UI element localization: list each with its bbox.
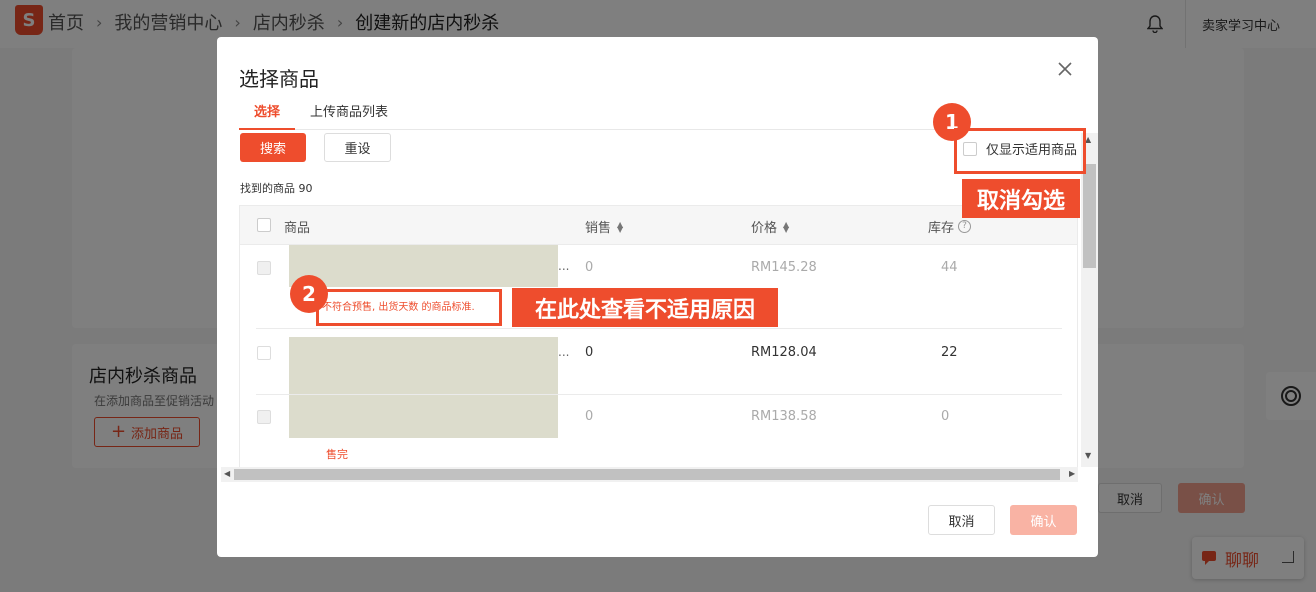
- close-icon[interactable]: [1055, 59, 1075, 79]
- price-value: RM128.04: [751, 345, 817, 360]
- column-product: 商品: [284, 221, 311, 236]
- vertical-scrollbar[interactable]: ▲ ▼: [1081, 133, 1098, 467]
- tab-upload-product-list[interactable]: 上传商品列表: [310, 101, 388, 120]
- product-name-ellipsis: ...: [558, 259, 570, 273]
- scroll-down-arrow-icon[interactable]: ▼: [1085, 451, 1091, 460]
- help-icon[interactable]: ?: [958, 220, 972, 233]
- dialog-confirm-button[interactable]: 确认: [1010, 505, 1077, 535]
- dialog-cancel-button[interactable]: 取消: [928, 505, 995, 535]
- tab-select[interactable]: 选择: [238, 101, 296, 130]
- dialog-title: 选择商品: [239, 67, 319, 91]
- row-checkbox[interactable]: [257, 346, 271, 360]
- scroll-right-arrow-icon[interactable]: ▶: [1069, 469, 1075, 478]
- horizontal-scroll-thumb[interactable]: [234, 469, 1060, 480]
- sold-out-label: 售完: [326, 448, 348, 461]
- step-1-callout: 取消勾选: [962, 179, 1080, 218]
- reset-button[interactable]: 重设: [324, 133, 391, 162]
- horizontal-scrollbar[interactable]: ◀ ▶: [221, 467, 1078, 482]
- sales-value: 0: [585, 409, 594, 424]
- product-table: 商品 销售 ▲ ▼ 价格 ▲ ▼ 库存 ? ... 0 RM145.28 44 不符…: [239, 205, 1078, 467]
- column-stock: 库存 ?: [928, 217, 972, 236]
- sales-value: 0: [585, 345, 594, 360]
- sort-icon[interactable]: ▲ ▼: [783, 220, 789, 233]
- table-row: 0 RM138.58 0 售完: [240, 395, 1077, 467]
- table-row: ... 0 RM128.04 22: [240, 329, 1077, 394]
- stock-value: 22: [941, 345, 958, 360]
- sort-icon[interactable]: ▲ ▼: [617, 220, 623, 233]
- stock-value: 0: [941, 409, 950, 424]
- step-1-highlight-box: [954, 128, 1086, 174]
- column-price[interactable]: 价格 ▲ ▼: [751, 217, 789, 236]
- scroll-left-arrow-icon[interactable]: ◀: [224, 469, 230, 478]
- product-image-blurred: [289, 245, 558, 287]
- step-2-callout: 在此处查看不适用原因: [512, 288, 778, 327]
- column-sales[interactable]: 销售 ▲ ▼: [585, 217, 623, 236]
- select-all-checkbox[interactable]: [257, 218, 271, 232]
- row-checkbox: [257, 261, 271, 275]
- product-name-ellipsis: ...: [558, 345, 570, 359]
- vertical-scroll-thumb[interactable]: [1083, 164, 1096, 268]
- price-value: RM138.58: [751, 409, 817, 424]
- step-2-highlight-box: [316, 289, 502, 326]
- sales-value: 0: [585, 260, 594, 275]
- price-value: RM145.28: [751, 260, 817, 275]
- stock-value: 44: [941, 260, 958, 275]
- table-header: 商品 销售 ▲ ▼ 价格 ▲ ▼ 库存 ?: [240, 206, 1077, 245]
- product-image-blurred: [289, 395, 558, 438]
- search-button[interactable]: 搜索: [240, 133, 306, 162]
- row-checkbox: [257, 410, 271, 424]
- found-products-count: 找到的商品 90: [240, 182, 313, 195]
- product-image-blurred: [289, 337, 558, 394]
